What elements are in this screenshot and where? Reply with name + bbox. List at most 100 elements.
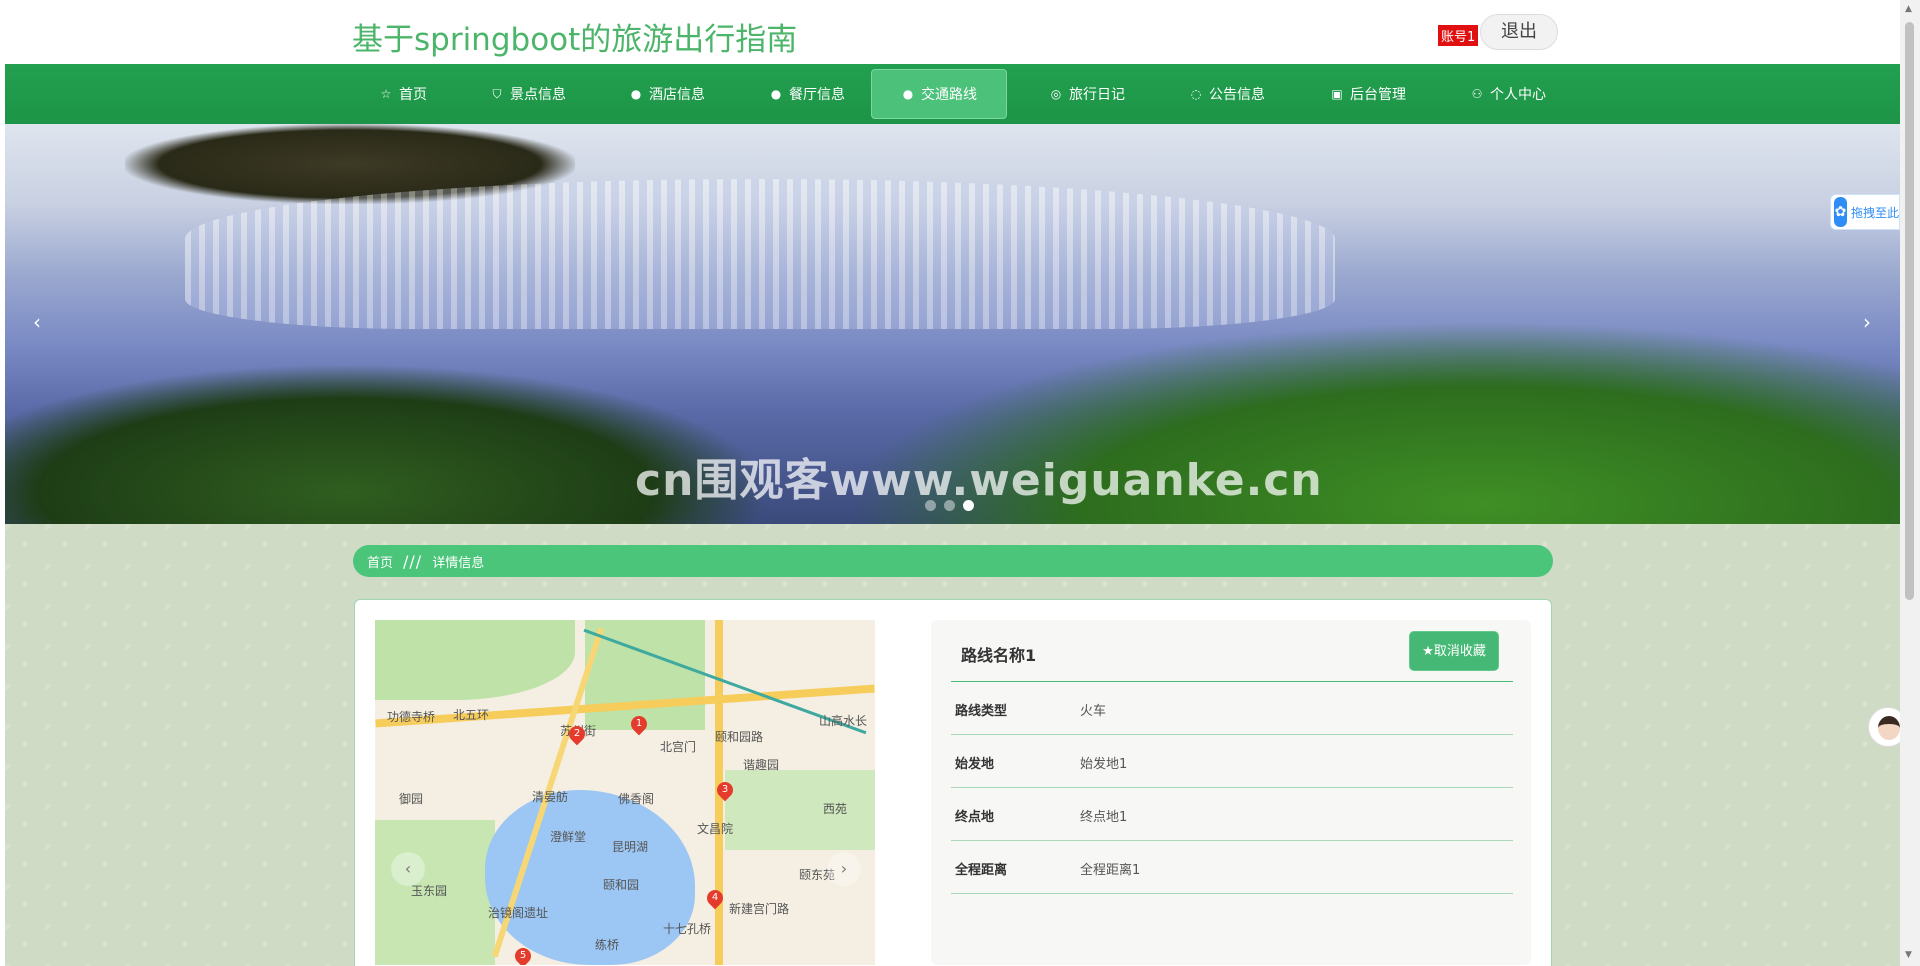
map-area (725, 770, 875, 850)
nav-item-label: 后台管理 (1350, 87, 1406, 103)
carousel-dot-3[interactable] (963, 500, 974, 511)
drag-widget-label: 拖拽至此 (1850, 205, 1899, 220)
map-label: 谐趣园 (743, 758, 780, 772)
user-icon: ⚇ (1471, 87, 1483, 101)
nav-item-label: 个人中心 (1490, 87, 1546, 103)
map-label: 治镜阁遗址 (488, 906, 549, 920)
map-pin-label: 2 (573, 728, 581, 739)
clipboard-icon: ▣ (1331, 87, 1343, 101)
question-icon: ● (770, 87, 782, 101)
info-key: 路线类型 (955, 704, 1008, 719)
info-row-origin: 始发地 始发地1 (951, 735, 1513, 788)
nav-item-transport-routes[interactable]: ● 交通路线 (871, 69, 1007, 119)
scroll-thumb[interactable] (1905, 22, 1914, 600)
route-info-panel: 路线名称1 ★取消收藏 路线类型 火车 始发地 始发地1 终点地 终点地1 全程… (931, 620, 1531, 965)
watermark-text: cn围观客www.weiguanke.cn (635, 455, 1323, 506)
map-label: 文昌院 (697, 822, 734, 836)
banner-waterfall (185, 179, 1335, 329)
map-label: 十七孔桥 (663, 922, 712, 936)
info-value: 全程距离1 (1080, 863, 1141, 878)
map-label: 西苑 (823, 802, 848, 816)
nav-item-home[interactable]: ☆ 首页 (357, 69, 449, 119)
detail-card: 功德寺桥 北五环 苏州街 北宫门 颐和园路 山高水长 谐趣园 佛香阁 清晏舫 御… (354, 599, 1552, 966)
map-label: 北五环 (453, 708, 490, 722)
map-label: 御园 (399, 792, 424, 806)
map-label: 颐和园路 (715, 730, 764, 744)
map-pin: 1 (627, 712, 651, 736)
nav-item-label: 交通路线 (921, 87, 977, 103)
nav-item-announcements[interactable]: ◌ 公告信息 (1170, 69, 1284, 119)
map-label: 清晏舫 (532, 790, 569, 804)
carousel-dots (925, 500, 974, 511)
page: 基于springboot的旅游出行指南 账号1 退出 ☆ 首页 ⛉ 景点信息 ●… (5, 0, 1900, 966)
info-row-destination: 终点地 终点地1 (951, 788, 1513, 841)
nav-item-attractions[interactable]: ⛉ 景点信息 (471, 69, 585, 119)
info-key: 终点地 (955, 810, 995, 825)
nav-item-label: 公告信息 (1209, 87, 1265, 103)
nav-item-label: 首页 (399, 87, 427, 103)
drag-upload-widget[interactable]: ✿ 拖拽至此 (1830, 194, 1900, 230)
nav-item-label: 旅行日记 (1069, 87, 1125, 103)
carousel-dot-2[interactable] (944, 500, 955, 511)
map-label: 昆明湖 (612, 840, 649, 854)
map-label: 新建宫门路 (729, 902, 790, 916)
scroll-up-icon[interactable]: ▲ (1905, 4, 1912, 14)
info-value: 火车 (1080, 704, 1107, 719)
info-row-route-type: 路线类型 火车 (951, 682, 1513, 735)
map-label: 澄鲜堂 (550, 830, 587, 844)
info-key: 始发地 (955, 757, 995, 772)
top-header: 基于springboot的旅游出行指南 账号1 退出 (5, 0, 1900, 64)
nav-item-personal-center[interactable]: ⚇ 个人中心 (1451, 69, 1565, 119)
map-pin-label: 5 (519, 950, 527, 961)
map-label: 颐和园 (603, 878, 640, 892)
map-label: 功德寺桥 (387, 710, 436, 724)
bag-icon: ⛉ (492, 87, 502, 101)
info-icon: ● (630, 87, 642, 101)
info-row-distance: 全程距离 全程距离1 (951, 841, 1513, 894)
scroll-down-icon[interactable]: ▼ (1905, 950, 1912, 960)
map-pin: 3 (713, 778, 737, 802)
map-pin-label: 1 (635, 718, 643, 729)
content-area: 首页 /// 详情信息 功德寺桥 北五环 苏州街 北宫门 颐和园路 (5, 524, 1900, 966)
nav-item-admin[interactable]: ▣ 后台管理 (1311, 69, 1425, 119)
unfavorite-button[interactable]: ★取消收藏 (1409, 631, 1499, 671)
breadcrumb: 首页 /// 详情信息 (353, 545, 1553, 577)
star-icon: ☆ (380, 87, 392, 101)
breadcrumb-current: 详情信息 (432, 555, 485, 571)
target-icon: ◎ (1050, 87, 1062, 101)
map-label: 山高水长 (819, 714, 868, 728)
route-map-image: 功德寺桥 北五环 苏州街 北宫门 颐和园路 山高水长 谐趣园 佛香阁 清晏舫 御… (375, 620, 875, 965)
banner-carousel[interactable]: cn围观客www.weiguanke.cn ‹ › (5, 124, 1900, 524)
carousel-next-icon[interactable]: › (1863, 310, 1871, 334)
carousel-dot-1[interactable] (925, 500, 936, 511)
avatar-face-icon (1878, 716, 1900, 740)
user-tag[interactable]: 账号1 (1438, 25, 1479, 46)
info-value: 始发地1 (1080, 757, 1128, 772)
map-pin: 5 (511, 944, 535, 965)
route-title: 路线名称1 (961, 646, 1037, 665)
check-circle-icon: ◌ (1190, 87, 1202, 101)
main-nav: ☆ 首页 ⛉ 景点信息 ● 酒店信息 ● 餐厅信息 ● 交通路线 ◎ 旅行日记 … (5, 64, 1900, 124)
map-pin: 2 (565, 722, 589, 746)
map-area (375, 620, 575, 700)
nav-item-restaurants[interactable]: ● 餐厅信息 (750, 69, 864, 119)
carousel-prev-icon[interactable]: ‹ (33, 310, 41, 334)
site-title: 基于springboot的旅游出行指南 (352, 22, 798, 58)
map-label: 玉东园 (411, 884, 448, 898)
info-key: 全程距离 (955, 863, 1008, 878)
logout-button[interactable]: 退出 (1480, 14, 1558, 50)
nav-item-hotels[interactable]: ● 酒店信息 (610, 69, 724, 119)
page-scrollbar[interactable]: ▲ ▼ (1900, 0, 1920, 966)
cloud-share-icon: ✿ (1834, 197, 1847, 227)
gallery-prev-icon[interactable]: ‹ (391, 852, 425, 886)
breadcrumb-home[interactable]: 首页 (367, 552, 393, 571)
map-pin-label: 4 (711, 892, 719, 903)
map-pin: 4 (703, 886, 727, 910)
nav-item-travel-diary[interactable]: ◎ 旅行日记 (1030, 69, 1144, 119)
map-label: 佛香阁 (618, 792, 655, 806)
nav-item-label: 景点信息 (510, 87, 566, 103)
map-label: 北宫门 (660, 740, 697, 754)
gallery-next-icon[interactable]: › (827, 852, 861, 886)
map-label: 练桥 (595, 938, 620, 952)
info-value: 终点地1 (1080, 810, 1128, 825)
